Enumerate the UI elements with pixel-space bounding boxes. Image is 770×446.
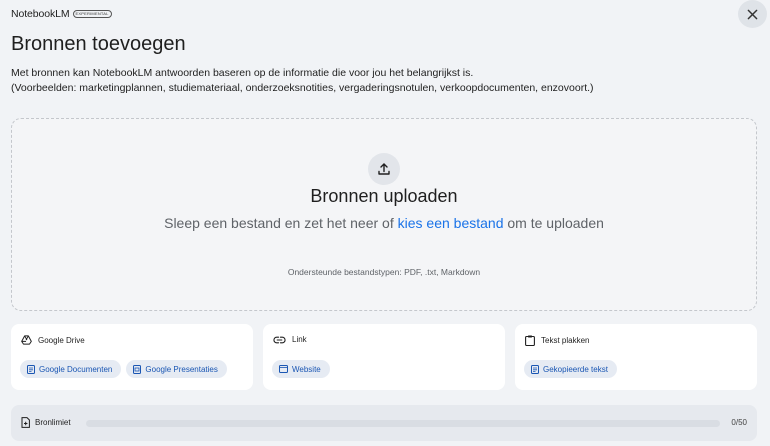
- google-docs-label: Google Documenten: [39, 364, 113, 374]
- paste-text-header: Tekst plakken: [525, 335, 589, 346]
- paste-text-label: Tekst plakken: [541, 336, 590, 345]
- description-line-1: Met bronnen kan NotebookLM antwoorden ba…: [11, 67, 474, 79]
- upload-title: Bronnen uploaden: [310, 186, 458, 206]
- upload-icon: [378, 163, 390, 175]
- close-icon: [747, 9, 758, 19]
- source-limit-progress: [86, 420, 720, 427]
- google-drive-header: Google Drive: [21, 335, 85, 345]
- source-limit-bar: Bronlimiet 0/50: [11, 405, 757, 441]
- document-icon: [27, 364, 35, 374]
- link-header: Link: [273, 335, 307, 344]
- source-limit-header: Bronlimiet: [21, 417, 71, 428]
- page-description: Met bronnen kan NotebookLM antwoorden ba…: [11, 66, 594, 96]
- choose-file-link[interactable]: kies een bestand: [398, 215, 504, 231]
- link-card: Link Website: [263, 324, 505, 390]
- upload-button[interactable]: [368, 153, 400, 185]
- copied-text-button[interactable]: Gekopieerde tekst: [524, 360, 617, 378]
- app-logo: NotebookLM: [11, 8, 70, 20]
- upload-hint: Sleep een bestand en zet het neer of kie…: [12, 215, 756, 231]
- clipboard-icon: [525, 335, 535, 346]
- source-limit-label: Bronlimiet: [35, 418, 71, 427]
- google-slides-button[interactable]: Google Presentaties: [126, 360, 227, 378]
- document-icon: [531, 364, 539, 374]
- upload-dropzone[interactable]: Bronnen uploaden Sleep een bestand en ze…: [11, 118, 757, 311]
- drive-icon: [21, 335, 32, 345]
- upload-hint-text-end: om te uploaden: [503, 215, 604, 231]
- paste-text-card: Tekst plakken Gekopieerde tekst: [515, 324, 757, 390]
- supported-file-types: Ondersteunde bestandstypen: PDF, .txt, M…: [287, 267, 481, 277]
- app-header: NotebookLM EXPERIMENTAL: [11, 8, 112, 20]
- website-icon: [279, 365, 288, 373]
- description-line-2: (Voorbeelden: marketingplannen, studiema…: [11, 82, 594, 94]
- link-icon: [273, 336, 286, 343]
- google-slides-label: Google Presentaties: [145, 364, 218, 374]
- copied-text-label: Gekopieerde tekst: [543, 364, 608, 374]
- close-button[interactable]: [738, 0, 767, 28]
- source-limit-count: 0/50: [731, 418, 747, 427]
- slides-icon: [133, 364, 142, 374]
- source-limit-icon: [21, 417, 30, 428]
- experimental-badge: EXPERIMENTAL: [72, 10, 112, 18]
- upload-hint-text: Sleep een bestand en zet het neer of: [164, 215, 398, 231]
- google-drive-card: Google Drive Google Documenten Google Pr…: [11, 324, 253, 390]
- website-button[interactable]: Website: [272, 360, 330, 378]
- page-title: Bronnen toevoegen: [11, 33, 186, 55]
- website-label: Website: [292, 364, 321, 374]
- google-docs-button[interactable]: Google Documenten: [20, 360, 122, 378]
- link-label: Link: [292, 335, 307, 344]
- google-drive-label: Google Drive: [38, 335, 85, 345]
